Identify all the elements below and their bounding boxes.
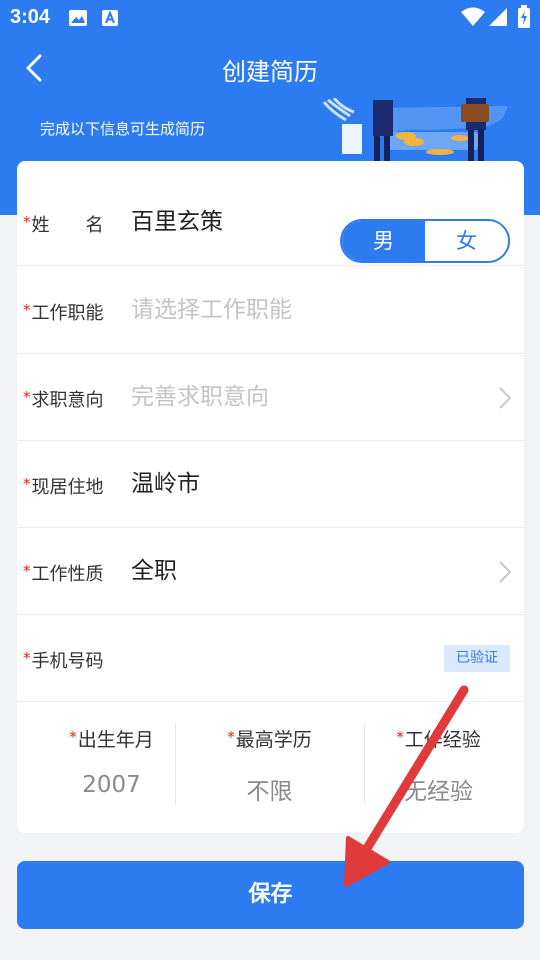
job-type-value: 全职 [131, 558, 177, 584]
chevron-right-icon [499, 387, 512, 409]
page-title: 创建简历 [222, 58, 318, 86]
name-label-text: 姓 名 [31, 215, 104, 236]
wifi-icon [461, 7, 485, 31]
name-label: *姓 名 [23, 179, 104, 266]
residence-value: 温岭市 [131, 471, 200, 497]
birth-label-text: 出生年月 [77, 729, 154, 751]
job-function-label: *工作职能 [23, 267, 104, 354]
text-icon [101, 9, 119, 31]
job-type-label-text: 工作性质 [31, 564, 104, 585]
residence-label: *现居住地 [23, 441, 104, 528]
resume-form-card: *姓 名 百里玄策 男 女 *工作职能 请选择工作职能 *求职意向 完善求职意向… [17, 161, 524, 833]
education-label-text: 最高学历 [235, 729, 312, 751]
form-row-job-function[interactable]: *工作职能 请选择工作职能 [17, 267, 524, 354]
form-row-residence[interactable]: *现居住地 温岭市 [17, 441, 524, 528]
form-row-job-type[interactable]: *工作性质 全职 [17, 528, 524, 615]
chevron-right-icon [499, 561, 512, 583]
required-mark: * [23, 475, 31, 493]
job-intention-label: *求职意向 [23, 354, 104, 441]
required-mark: * [23, 388, 31, 406]
job-function-placeholder: 请选择工作职能 [131, 297, 292, 323]
experience-value: 无经验 [404, 779, 473, 805]
education-field[interactable]: *最高学历 不限 [175, 701, 364, 833]
education-value: 不限 [246, 779, 293, 805]
status-time: 3:04 [10, 6, 51, 28]
image-icon [68, 9, 88, 31]
required-mark: * [69, 728, 77, 746]
gender-toggle: 男 女 [340, 219, 510, 263]
job-intention-label-text: 求职意向 [31, 390, 104, 411]
form-row-summary: *出生年月 2007 *最高学历 不限 *工作经验 无经验 [17, 701, 524, 833]
required-mark: * [396, 728, 404, 746]
gender-male-option[interactable]: 男 [342, 221, 425, 261]
job-function-label-text: 工作职能 [31, 303, 104, 324]
required-mark: * [23, 562, 31, 580]
nav-bar: 创建简历 [0, 40, 540, 96]
signal-icon [488, 7, 508, 31]
required-mark: * [227, 728, 235, 746]
job-type-label: *工作性质 [23, 528, 104, 615]
phone-label-text: 手机号码 [31, 651, 104, 672]
header-illustration [318, 97, 508, 166]
phone-label: *手机号码 [23, 615, 104, 702]
verified-badge: 已验证 [444, 645, 510, 672]
required-mark: * [23, 213, 31, 231]
experience-label: *工作经验 [353, 725, 524, 752]
save-button[interactable]: 保存 [17, 861, 524, 929]
status-bar: 3:04 [0, 0, 540, 36]
required-mark: * [23, 649, 31, 667]
required-mark: * [23, 301, 31, 319]
form-row-job-intention[interactable]: *求职意向 完善求职意向 [17, 354, 524, 441]
education-label: *最高学历 [175, 725, 364, 752]
form-row-name: *姓 名 百里玄策 男 女 [17, 179, 524, 266]
header-hint: 完成以下信息可生成简历 [40, 120, 206, 138]
gender-female-option[interactable]: 女 [425, 221, 508, 261]
name-value[interactable]: 百里玄策 [131, 179, 223, 266]
battery-icon [517, 5, 531, 33]
job-intention-placeholder: 完善求职意向 [131, 384, 269, 410]
form-row-phone[interactable]: *手机号码 已验证 [17, 615, 524, 702]
experience-field[interactable]: *工作经验 无经验 [353, 701, 524, 833]
experience-label-text: 工作经验 [404, 729, 481, 751]
residence-label-text: 现居住地 [31, 477, 104, 498]
